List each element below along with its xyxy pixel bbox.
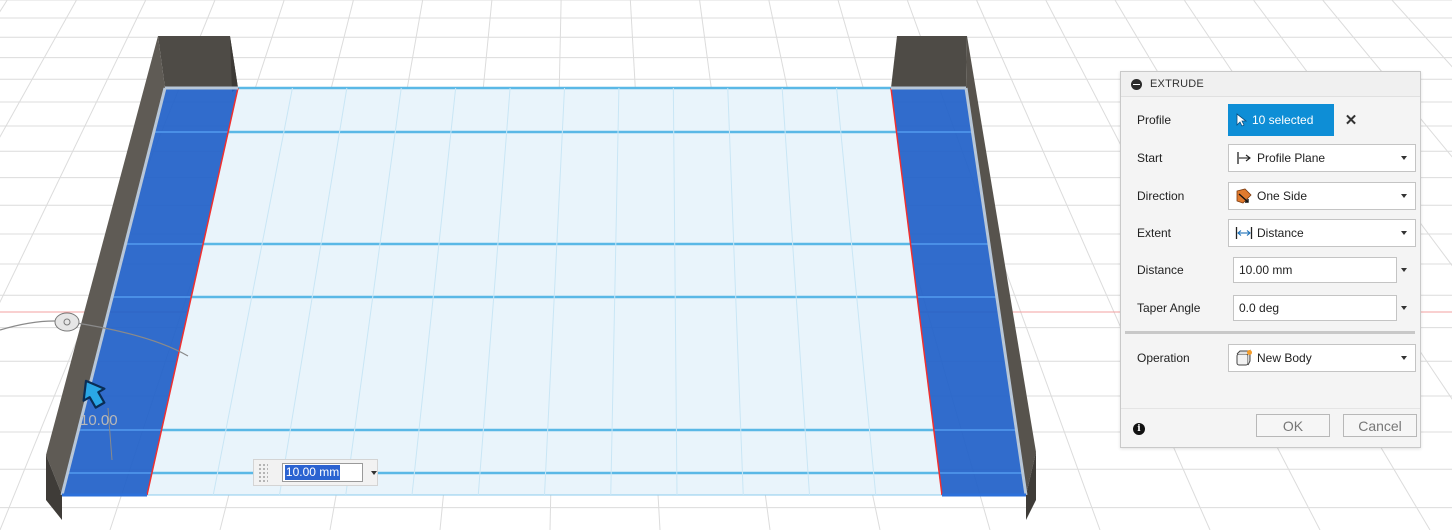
profile-selection-button[interactable]: 10 selected: [1228, 104, 1334, 136]
extent-row: Extent Distance: [1121, 217, 1420, 249]
one-side-icon: [1235, 187, 1253, 205]
direction-value: One Side: [1257, 189, 1308, 203]
info-icon[interactable]: i: [1133, 423, 1145, 435]
direction-select[interactable]: One Side: [1228, 182, 1416, 210]
dialog-title: EXTRUDE: [1150, 78, 1204, 90]
operation-select[interactable]: New Body: [1228, 344, 1416, 372]
base-plate-profile[interactable]: [146, 86, 943, 496]
canvas-distance-input[interactable]: 10.00 mm: [253, 459, 378, 486]
operation-value: New Body: [1257, 351, 1312, 365]
extrude-dialog: EXTRUDE Profile 10 selected ✕ Start Prof…: [1120, 71, 1421, 448]
canvas-distance-value: 10.00 mm: [284, 465, 341, 480]
clear-selection-icon[interactable]: ✕: [1343, 112, 1359, 129]
direction-row: Direction One Side: [1121, 180, 1420, 212]
collapse-icon[interactable]: [1131, 78, 1142, 90]
dialog-header[interactable]: EXTRUDE: [1121, 72, 1420, 97]
profile-plane-icon: [1235, 149, 1253, 167]
operation-label: Operation: [1137, 351, 1190, 365]
direction-label: Direction: [1137, 189, 1185, 203]
dialog-footer: i OK Cancel: [1121, 408, 1420, 448]
chevron-down-icon[interactable]: [1401, 268, 1407, 272]
taper-angle-input[interactable]: 0.0 deg: [1233, 295, 1397, 321]
extent-value: Distance: [1257, 226, 1304, 240]
start-label: Start: [1137, 151, 1163, 165]
chevron-down-icon[interactable]: [371, 470, 377, 475]
extent-label: Extent: [1137, 226, 1172, 240]
operation-row: Operation New Body: [1121, 342, 1420, 374]
start-value: Profile Plane: [1257, 151, 1326, 165]
distance-icon: [1235, 224, 1253, 242]
cursor-arrow-icon: [1236, 113, 1247, 127]
dimension-label: 10.00: [80, 412, 118, 429]
profile-label: Profile: [1137, 113, 1172, 127]
chevron-down-icon: [1401, 356, 1407, 360]
chevron-down-icon: [1401, 194, 1407, 198]
distance-row: Distance 10.00 mm: [1121, 254, 1420, 286]
section-divider: [1125, 331, 1415, 334]
chevron-down-icon: [1401, 156, 1407, 160]
distance-label: Distance: [1137, 263, 1184, 277]
new-body-icon: [1235, 349, 1253, 367]
ok-button[interactable]: OK: [1256, 414, 1330, 437]
start-row: Start Profile Plane: [1121, 142, 1420, 174]
canvas-distance-field[interactable]: 10.00 mm: [281, 463, 363, 482]
start-select[interactable]: Profile Plane: [1228, 144, 1416, 172]
chevron-down-icon[interactable]: [1401, 306, 1407, 310]
drag-grip-icon[interactable]: [258, 462, 268, 483]
distance-input[interactable]: 10.00 mm: [1233, 257, 1397, 283]
profile-row: Profile 10 selected ✕: [1121, 104, 1420, 136]
taper-angle-row: Taper Angle 0.0 deg: [1121, 292, 1420, 324]
taper-angle-label: Taper Angle: [1137, 301, 1201, 315]
cancel-button[interactable]: Cancel: [1343, 414, 1417, 437]
extent-select[interactable]: Distance: [1228, 219, 1416, 247]
chevron-down-icon: [1401, 231, 1407, 235]
profile-selection-count: 10 selected: [1252, 113, 1314, 127]
